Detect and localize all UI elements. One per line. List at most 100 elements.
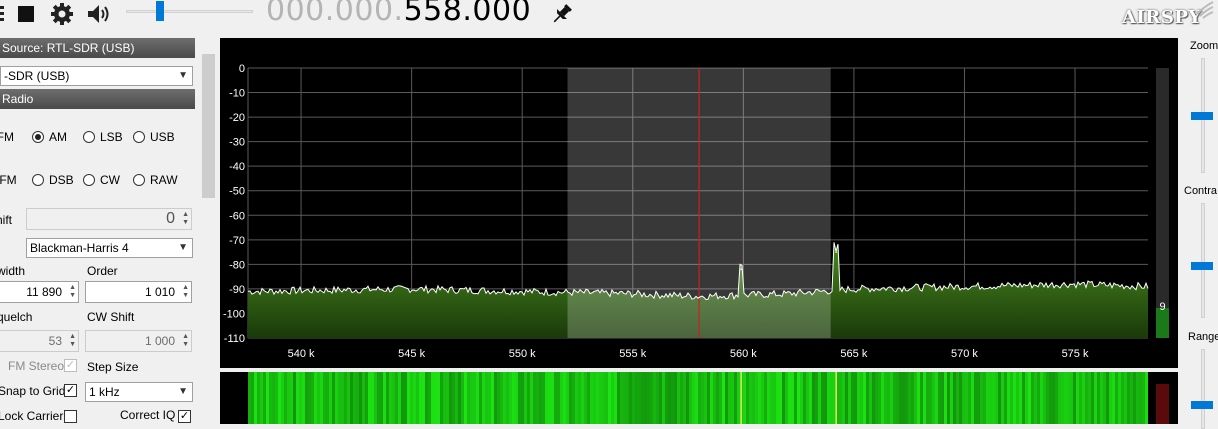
contrast-slider-track[interactable] <box>1201 203 1205 318</box>
waterfall-column <box>461 372 464 424</box>
waterfall-column <box>1013 372 1016 424</box>
waterfall-column <box>542 372 545 424</box>
waterfall-column <box>551 372 554 424</box>
waterfall-column <box>428 372 431 424</box>
waterfall-column <box>1115 372 1118 424</box>
waterfall-column <box>1040 372 1043 424</box>
waterfall-column <box>899 372 902 424</box>
filter-type-select[interactable]: Blackman-Harris 4 ▼ <box>26 238 193 258</box>
volume-slider-thumb[interactable] <box>156 1 165 21</box>
waterfall-column <box>890 372 893 424</box>
waterfall-column <box>779 372 782 424</box>
waterfall-display[interactable] <box>220 372 1178 424</box>
zoom-label: Zoom <box>1190 40 1218 52</box>
fm-stereo-checkbox[interactable]: ✓ <box>64 359 77 372</box>
spinner-icon[interactable]: ▲ ▼ <box>69 333 76 349</box>
waterfall-column <box>620 372 623 424</box>
waterfall-canvas[interactable] <box>220 372 1178 424</box>
cw-shift-input[interactable]: 1 000 ▲ ▼ <box>85 330 192 352</box>
waterfall-column <box>251 372 254 424</box>
spectrum-chart[interactable]: 0 -10 -20 -30 -40 -50 -60 -70 -80 -90 -100 -110 540 … <box>220 38 1178 368</box>
mode-raw-radio[interactable]: RAW <box>133 173 178 187</box>
waterfall-column <box>665 372 668 424</box>
spinner-icon[interactable]: ▲ ▼ <box>182 284 189 300</box>
pin-icon[interactable] <box>550 2 574 26</box>
waterfall-column <box>362 372 365 424</box>
step-size-value: 1 kHz <box>89 385 120 399</box>
waterfall-column <box>1139 372 1142 424</box>
waterfall-column <box>347 372 350 424</box>
range-slider-track[interactable] <box>1201 349 1205 429</box>
waterfall-column <box>947 372 950 424</box>
snap-to-grid-label: Snap to Grid <box>0 384 66 398</box>
volume-slider-track[interactable] <box>126 10 253 13</box>
waterfall-column <box>611 372 614 424</box>
y-tick-label: -20 <box>229 112 245 124</box>
source-device-select[interactable]: -SDR (USB) ▼ <box>0 66 193 86</box>
waterfall-column <box>344 372 347 424</box>
waterfall-column <box>455 372 458 424</box>
waterfall-column <box>977 372 980 424</box>
mode-dsb-radio[interactable]: DSB <box>32 173 74 187</box>
range-slider-thumb[interactable] <box>1191 401 1213 409</box>
stop-icon[interactable] <box>16 2 36 26</box>
waterfall-column <box>722 372 725 424</box>
spinner-icon[interactable]: ▲ ▼ <box>182 333 189 349</box>
waterfall-column <box>1049 372 1052 424</box>
waterfall-column <box>1070 372 1073 424</box>
source-header[interactable]: Source: RTL-SDR (USB) <box>0 38 195 58</box>
radio-header[interactable]: Radio <box>0 89 195 109</box>
waterfall-column <box>1124 372 1127 424</box>
mode-wfm-radio[interactable]: WFM <box>0 173 17 187</box>
y-tick-label: -50 <box>229 186 245 198</box>
order-input[interactable]: 1 010 ▲ ▼ <box>85 281 192 303</box>
level-meter-label: 9 <box>1159 301 1165 313</box>
waterfall-column <box>299 372 302 424</box>
step-size-select[interactable]: 1 kHz ▼ <box>85 382 193 402</box>
frequency-display[interactable]: 000.000.558.000 <box>266 0 531 28</box>
mode-cw-radio[interactable]: CW <box>83 173 120 187</box>
waterfall-column <box>794 372 797 424</box>
waterfall-column <box>248 372 251 424</box>
mode-am-radio[interactable]: AM <box>32 130 67 144</box>
waterfall-column <box>827 372 830 424</box>
snap-to-grid-checkbox[interactable]: ✓ <box>64 384 77 397</box>
waterfall-column <box>965 372 968 424</box>
spinner-icon[interactable]: ▲ ▼ <box>69 284 76 300</box>
waterfall-column <box>554 372 557 424</box>
waterfall-column <box>584 372 587 424</box>
mode-nfm-radio[interactable]: NFM <box>0 130 14 144</box>
squelch-input[interactable]: 53 ▲ ▼ <box>0 330 79 352</box>
correct-iq-checkbox[interactable]: ✓ <box>178 410 191 423</box>
waterfall-column <box>470 372 473 424</box>
left-panel-scrollbar-thumb[interactable] <box>202 54 215 198</box>
waterfall-column <box>383 372 386 424</box>
x-tick-label: 540 k <box>288 348 315 360</box>
contrast-slider-thumb[interactable] <box>1191 262 1213 271</box>
waterfall-column <box>938 372 941 424</box>
mode-usb-radio[interactable]: USB <box>133 130 175 144</box>
waterfall-column <box>473 372 476 424</box>
frequency-main-digits[interactable]: 558.000 <box>404 0 532 28</box>
waterfall-column <box>821 372 824 424</box>
shift-input[interactable]: 0 ▲ ▼ <box>26 208 192 230</box>
spinner-icon[interactable]: ▲ ▼ <box>182 211 189 227</box>
chevron-down-icon: ▼ <box>178 386 188 397</box>
spectrum-display[interactable]: 0 -10 -20 -30 -40 -50 -60 -70 -80 -90 -100 -110 540 … <box>220 38 1178 368</box>
zoom-slider-thumb[interactable] <box>1191 111 1213 120</box>
mode-raw-label: RAW <box>150 173 178 187</box>
waterfall-column <box>329 372 332 424</box>
gear-icon[interactable] <box>50 2 74 26</box>
waterfall-column <box>1004 372 1007 424</box>
waterfall-column <box>614 372 617 424</box>
bandwidth-input[interactable]: 11 890 ▲ ▼ <box>0 281 79 303</box>
frequency-dim-digits[interactable]: 000.000. <box>266 0 404 28</box>
mode-lsb-radio[interactable]: LSB <box>83 130 123 144</box>
menu-icon[interactable] <box>0 2 6 26</box>
waterfall-column <box>1118 372 1121 424</box>
spectrum-peak-point <box>740 268 742 271</box>
range-label: Range <box>1188 331 1218 343</box>
lock-carrier-checkbox[interactable] <box>64 410 77 423</box>
waterfall-column <box>506 372 509 424</box>
speaker-icon[interactable] <box>86 2 112 26</box>
